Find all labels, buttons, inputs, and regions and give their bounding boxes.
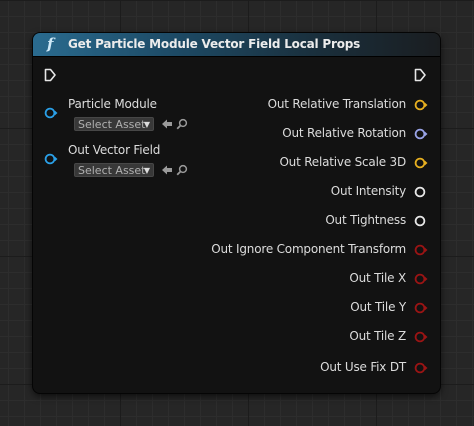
out-use-fix-dt-pin[interactable] <box>414 361 428 375</box>
particle-module-asset-dropdown[interactable]: Select Asset ▼ <box>74 117 154 131</box>
out-tightness-label: Out Tightness <box>325 213 406 227</box>
out-relative-rotation-label: Out Relative Rotation <box>282 126 406 140</box>
out-tile-z-pin[interactable] <box>414 330 428 344</box>
out-tightness-pin[interactable] <box>414 214 428 228</box>
out-vector-field-pin[interactable] <box>44 152 58 166</box>
out-tile-y-pin[interactable] <box>414 301 428 315</box>
node-header[interactable]: f Get Particle Module Vector Field Local… <box>33 33 440 57</box>
out-tile-x-pin[interactable] <box>414 272 428 286</box>
out-relative-scale-3d-pin[interactable] <box>414 156 428 170</box>
out-ignore-component-transform-pin[interactable] <box>414 243 428 257</box>
out-ignore-component-transform-label: Out Ignore Component Transform <box>211 242 406 256</box>
browse-asset-search-icon[interactable] <box>176 118 188 130</box>
out-relative-translation-pin[interactable] <box>414 98 428 112</box>
chevron-down-icon: ▼ <box>143 166 150 175</box>
out-tile-y-label: Out Tile Y <box>350 300 406 314</box>
out-relative-scale-3d-label: Out Relative Scale 3D <box>279 155 406 169</box>
particle-module-label: Particle Module <box>68 97 157 111</box>
use-selected-asset-arrow-icon[interactable] <box>161 118 173 130</box>
asset-dropdown-value: Select Asset <box>78 118 146 131</box>
out-vector-field-asset-dropdown[interactable]: Select Asset ▼ <box>74 163 154 177</box>
out-relative-translation-label: Out Relative Translation <box>267 97 407 111</box>
asset-dropdown-value: Select Asset <box>78 164 146 177</box>
exec-output-pin[interactable] <box>414 68 426 82</box>
chevron-down-icon: ▼ <box>143 120 150 129</box>
browse-asset-search-icon[interactable] <box>176 164 188 176</box>
out-tile-x-label: Out Tile X <box>349 271 406 285</box>
out-intensity-pin[interactable] <box>414 185 428 199</box>
out-intensity-label: Out Intensity <box>330 184 406 198</box>
out-use-fix-dt-label: Out Use Fix DT <box>320 360 406 374</box>
function-icon: f <box>47 35 54 53</box>
out-relative-rotation-pin[interactable] <box>414 127 428 141</box>
exec-input-pin[interactable] <box>44 68 56 82</box>
out-vector-field-label: Out Vector Field <box>68 143 161 157</box>
use-selected-asset-arrow-icon[interactable] <box>161 164 173 176</box>
particle-module-pin[interactable] <box>44 106 58 120</box>
out-tile-z-label: Out Tile Z <box>349 329 406 343</box>
blueprint-node[interactable]: f Get Particle Module Vector Field Local… <box>33 33 440 393</box>
node-title: Get Particle Module Vector Field Local P… <box>68 37 361 51</box>
